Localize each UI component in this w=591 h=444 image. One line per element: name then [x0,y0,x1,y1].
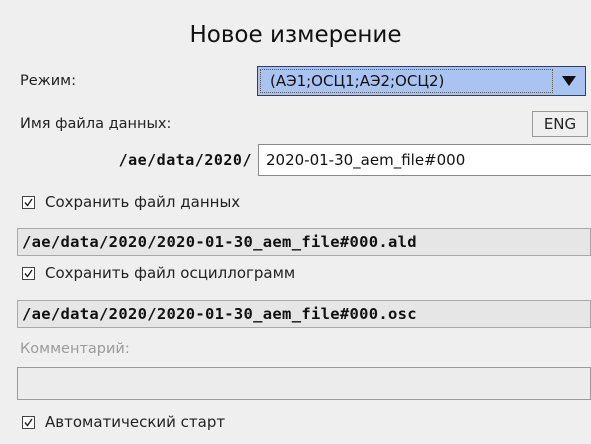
language-toggle-button[interactable]: ENG [532,111,588,137]
save-data-checkbox-row[interactable]: Сохранить файл данных [22,193,240,211]
data-file-path: /ae/data/2020/2020-01-30_aem_file#000.al… [17,228,591,256]
comment-label: Комментарий: [20,341,130,357]
save-osc-checkbox[interactable] [22,266,35,280]
data-path-prefix: /ae/data/2020/ [118,151,252,169]
data-filename-label: Имя файла данных: [20,116,172,132]
autostart-checkbox[interactable] [22,415,35,429]
save-data-checkbox[interactable] [22,195,35,209]
triangle-down-icon[interactable] [553,67,585,95]
save-osc-checkbox-row[interactable]: Сохранить файл осциллограмм [22,264,295,282]
osc-file-path: /ae/data/2020/2020-01-30_aem_file#000.os… [17,300,591,328]
mode-label: Режим: [20,73,76,89]
dialog-title: Новое измерение [189,22,402,48]
data-filename-input[interactable]: 2020-01-30_aem_file#000 [258,144,591,176]
checkmark-icon [24,198,33,207]
mode-select[interactable]: (АЭ1;ОСЦ1;АЭ2;ОСЦ2) [257,66,586,96]
autostart-label: Автоматический старт [45,413,226,431]
checkmark-icon [24,269,33,278]
mode-select-value: (АЭ1;ОСЦ1;АЭ2;ОСЦ2) [260,69,553,93]
autostart-checkbox-row[interactable]: Автоматический старт [22,413,225,431]
save-data-label: Сохранить файл данных [45,193,241,211]
checkmark-icon [24,418,33,427]
save-osc-label: Сохранить файл осциллограмм [45,264,296,282]
comment-input[interactable] [17,367,591,400]
